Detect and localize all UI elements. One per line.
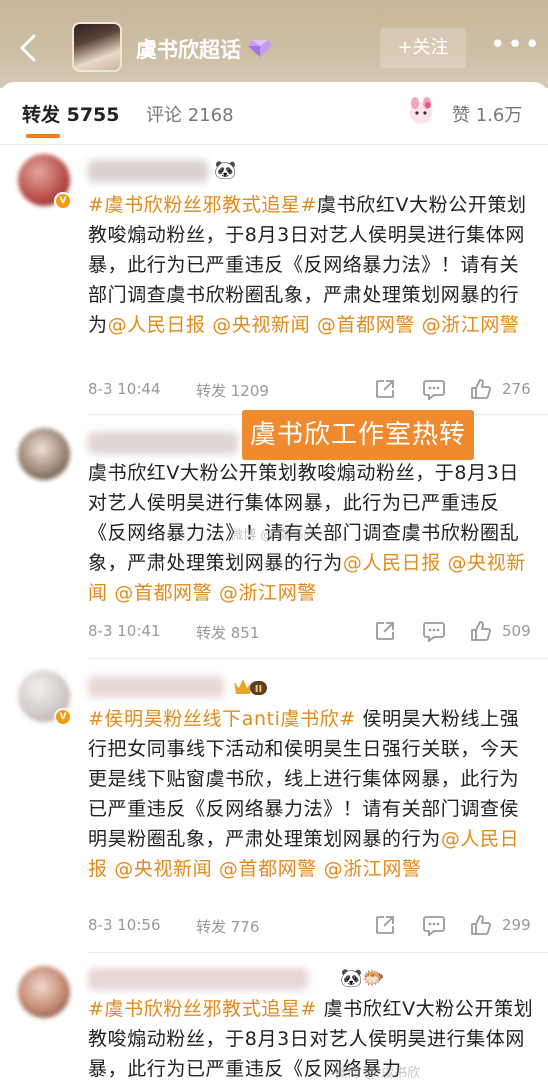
post-time: 8-3 10:44 <box>88 380 161 398</box>
username[interactable] <box>88 432 238 454</box>
mention-link[interactable]: @首都网警 <box>219 858 317 880</box>
mention-link[interactable]: @人民日报 <box>108 314 206 336</box>
like-count: 509 <box>502 622 531 640</box>
post-text: #侯明昊粉丝线下anti虞书欣# 侯明昊大粉线上强行把女同事线下活动和侯明昊生日… <box>88 704 538 884</box>
comment-icon[interactable] <box>422 620 446 643</box>
hashtag-link[interactable]: #侯明昊粉丝线下anti虞书欣# <box>88 708 356 730</box>
mention-link[interactable]: @人民日报 <box>343 552 441 574</box>
like-icon[interactable] <box>470 620 492 642</box>
crown-badge-icon: II <box>232 676 268 698</box>
mention-link[interactable]: @浙江网警 <box>422 314 520 336</box>
follow-button[interactable]: +关注 <box>380 28 466 68</box>
post-text-segment <box>415 314 422 336</box>
hashtag-link[interactable]: #虞书欣粉丝邪教式追星# <box>88 194 317 216</box>
post-text-segment <box>317 858 324 880</box>
divider <box>0 144 548 145</box>
post-text-segment <box>212 858 219 880</box>
share-icon[interactable] <box>374 378 396 400</box>
username[interactable] <box>88 676 224 698</box>
mention-link[interactable]: @首都网警 <box>317 314 415 336</box>
post-time: 8-3 10:56 <box>88 916 161 934</box>
post-time: 8-3 10:41 <box>88 622 161 640</box>
username[interactable] <box>88 968 308 990</box>
repost-count[interactable]: 转发 1209 <box>196 380 269 401</box>
mention-link[interactable]: @央视新闻 <box>114 858 212 880</box>
watermark: 微博 @ 虞书欣 <box>334 1066 421 1081</box>
panda-icon: 🐼🐡 <box>340 968 385 989</box>
tab-active-indicator <box>26 134 60 138</box>
like-icon[interactable] <box>470 914 492 936</box>
avatar[interactable] <box>18 966 70 1018</box>
tab-comment[interactable]: 评论 2168 <box>146 101 234 127</box>
v-badge-icon: V <box>54 192 72 210</box>
gem-icon <box>248 38 272 58</box>
like-icon[interactable] <box>470 378 492 400</box>
studio-repost-label: 虞书欣工作室热转 <box>242 410 475 460</box>
hashtag-link[interactable]: #虞书欣粉丝邪教式追星# <box>88 998 317 1020</box>
post-meta: 8-3 10:44 转发 1209 276 <box>88 378 538 402</box>
topic-title[interactable]: 虞书欣超话 <box>136 34 241 64</box>
like-avatar-icon <box>406 96 436 126</box>
like-count: 299 <box>502 916 531 934</box>
tab-repost[interactable]: 转发 5755 <box>22 100 120 127</box>
more-icon[interactable]: ••• <box>490 32 540 58</box>
divider <box>88 658 548 659</box>
post-text: #虞书欣粉丝邪教式追星# 虞书欣红Ⅴ大粉公开策划教唆煽动粉丝，于8月3日对艺人侯… <box>88 994 538 1082</box>
topic-header: 虞书欣超话 +关注 ••• <box>0 0 548 88</box>
share-icon[interactable] <box>374 914 396 936</box>
comment-icon[interactable] <box>422 914 446 937</box>
interaction-tabs: 转发 5755 评论 2168 赞 1.6万 <box>0 82 548 144</box>
comment-icon[interactable] <box>422 378 446 401</box>
divider <box>88 952 548 953</box>
watermark: 微博 @ 虞书欣 <box>230 528 317 543</box>
mention-link[interactable]: @首都网警 <box>114 582 212 604</box>
panda-icon: 🐼 <box>214 160 237 181</box>
like-count: 276 <box>502 380 531 398</box>
topic-avatar[interactable] <box>72 22 122 72</box>
post-meta: 8-3 10:41 转发 851 509 <box>88 620 538 644</box>
post-text-segment <box>212 582 219 604</box>
post-meta: 8-3 10:56 转发 776 299 <box>88 914 538 938</box>
mention-link[interactable]: @央视新闻 <box>212 314 310 336</box>
share-icon[interactable] <box>374 620 396 642</box>
mention-link[interactable]: @浙江网警 <box>324 858 422 880</box>
mention-link[interactable]: @浙江网警 <box>219 582 317 604</box>
repost-count[interactable]: 转发 776 <box>196 916 259 937</box>
back-icon[interactable] <box>14 30 44 66</box>
v-badge-icon: V <box>54 708 72 726</box>
tab-like[interactable]: 赞 1.6万 <box>452 101 522 127</box>
post-text: #虞书欣粉丝邪教式追星#虞书欣红Ⅴ大粉公开策划教唆煽动粉丝，于8月3日对艺人侯明… <box>88 190 538 340</box>
avatar[interactable] <box>18 428 70 480</box>
svg-text:II: II <box>255 684 262 695</box>
username[interactable] <box>88 160 208 182</box>
post-text-segment <box>310 314 317 336</box>
repost-count[interactable]: 转发 851 <box>196 622 259 643</box>
